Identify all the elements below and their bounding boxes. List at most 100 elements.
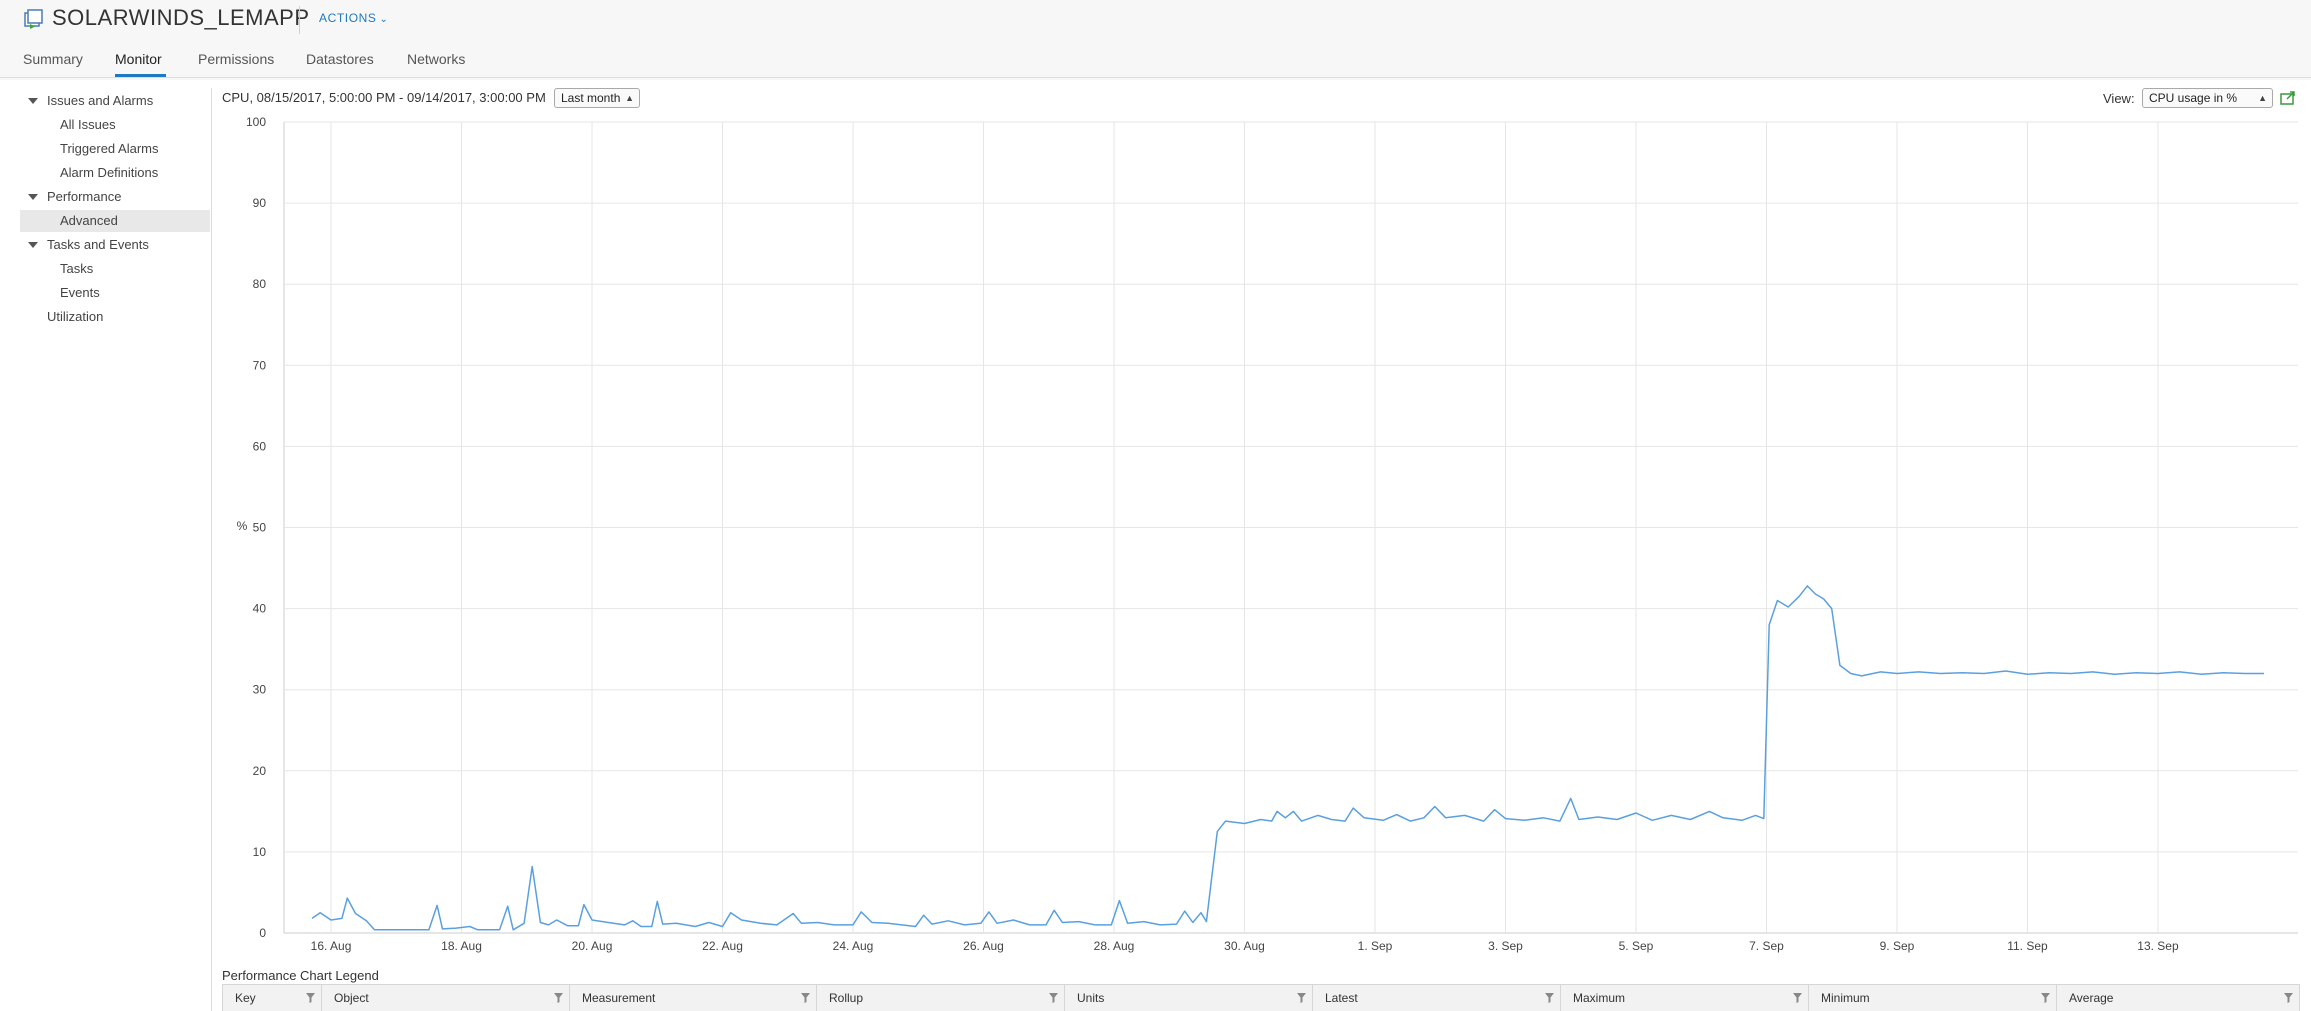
title-divider xyxy=(299,6,300,34)
filter-icon[interactable] xyxy=(554,993,563,1003)
x-tick-label: 5. Sep xyxy=(1619,939,1654,953)
filter-icon[interactable] xyxy=(2041,993,2050,1003)
column-label: Average xyxy=(2069,991,2114,1005)
legend-column-object[interactable]: Object xyxy=(322,985,570,1011)
x-tick-label: 22. Aug xyxy=(702,939,743,953)
y-tick-label: 30 xyxy=(253,683,267,697)
sidebar-item-utilization[interactable]: Utilization xyxy=(20,306,210,328)
filter-icon[interactable] xyxy=(1049,993,1058,1003)
y-tick-label: 60 xyxy=(253,439,267,453)
filter-icon[interactable] xyxy=(306,993,315,1003)
y-tick-label: 40 xyxy=(253,602,267,616)
active-tab-indicator xyxy=(115,74,166,77)
y-tick-label: 10 xyxy=(253,845,267,859)
vm-monitor-page: SOLARWINDS_LEMAPP ACTIONS ⌄ Summary Monit… xyxy=(0,0,2311,1011)
y-tick-label: 50 xyxy=(253,521,267,535)
actions-menu-button[interactable]: ACTIONS ⌄ xyxy=(319,11,389,25)
x-tick-label: 1. Sep xyxy=(1358,939,1393,953)
x-tick-label: 24. Aug xyxy=(833,939,874,953)
filter-icon[interactable] xyxy=(801,993,810,1003)
sidebar-item-label: Events xyxy=(60,285,100,300)
legend-column-maximum[interactable]: Maximum xyxy=(1561,985,1809,1011)
x-tick-label: 30. Aug xyxy=(1224,939,1265,953)
x-tick-label: 20. Aug xyxy=(572,939,613,953)
x-axis-ticks: 16. Aug 18. Aug 20. Aug 22. Aug 24. Aug 26. A… xyxy=(311,939,2179,953)
sidebar-item-events[interactable]: Events xyxy=(20,282,210,304)
column-label: Rollup xyxy=(829,991,864,1005)
sidebar-item-label: Issues and Alarms xyxy=(47,93,154,108)
legend-column-minimum[interactable]: Minimum xyxy=(1809,985,2057,1011)
x-tick-label: 9. Sep xyxy=(1880,939,1915,953)
sidebar-item-label: Triggered Alarms xyxy=(60,141,159,156)
sidebar-item-label: Tasks and Events xyxy=(47,237,149,252)
column-label: Object xyxy=(334,991,369,1005)
column-label: Measurement xyxy=(582,991,656,1005)
y-tick-label: 0 xyxy=(259,926,266,940)
sidebar-item-label: Advanced xyxy=(60,213,118,228)
column-label: Latest xyxy=(1325,991,1358,1005)
y-axis-ticks: 0 10 20 30 40 50 60 70 80 90 100 xyxy=(246,115,266,940)
tab-datastores[interactable]: Datastores xyxy=(306,51,374,67)
x-tick-label: 16. Aug xyxy=(311,939,352,953)
legend-column-rollup[interactable]: Rollup xyxy=(817,985,1065,1011)
y-tick-label: 100 xyxy=(246,115,266,129)
chart-grid xyxy=(283,121,2298,934)
column-label: Minimum xyxy=(1821,991,1870,1005)
filter-icon[interactable] xyxy=(2284,993,2293,1003)
sidebar-item-tasks[interactable]: Tasks xyxy=(20,258,210,280)
monitor-sidebar: Issues and Alarms All Issues Triggered A… xyxy=(20,88,212,1011)
tab-bar: Summary Monitor Permissions Datastores N… xyxy=(0,44,2311,78)
expand-triangle-icon[interactable] xyxy=(28,194,38,200)
performance-panel: CPU, 08/15/2017, 5:00:00 PM - 09/14/2017… xyxy=(220,88,2311,1011)
sidebar-item-label: Tasks xyxy=(60,261,94,276)
sidebar-item-advanced[interactable]: Advanced xyxy=(20,210,210,232)
x-tick-label: 18. Aug xyxy=(441,939,482,953)
x-tick-label: 3. Sep xyxy=(1488,939,1523,953)
x-tick-label: 26. Aug xyxy=(963,939,1004,953)
tab-permissions[interactable]: Permissions xyxy=(198,51,274,67)
legend-column-average[interactable]: Average xyxy=(2057,985,2299,1011)
y-tick-label: 90 xyxy=(253,196,267,210)
sidebar-item-issues-and-alarms[interactable]: Issues and Alarms xyxy=(20,90,210,112)
chart-series xyxy=(311,585,2264,931)
vm-icon xyxy=(24,9,43,29)
x-tick-label: 13. Sep xyxy=(2137,939,2179,953)
cpu-usage-series-line xyxy=(311,585,2264,931)
object-header: SOLARWINDS_LEMAPP ACTIONS ⌄ Summary Monit… xyxy=(0,0,2311,80)
y-tick-label: 70 xyxy=(253,358,267,372)
sidebar-item-label: All Issues xyxy=(60,117,116,132)
filter-icon[interactable] xyxy=(1793,993,1802,1003)
legend-column-units[interactable]: Units xyxy=(1065,985,1313,1011)
filter-icon[interactable] xyxy=(1545,993,1554,1003)
legend-column-key[interactable]: Key xyxy=(223,985,322,1011)
sidebar-item-label: Performance xyxy=(47,189,122,204)
y-axis-label: % xyxy=(237,519,248,533)
sidebar-item-tasks-and-events[interactable]: Tasks and Events xyxy=(20,234,210,256)
sidebar-item-triggered-alarms[interactable]: Triggered Alarms xyxy=(20,138,210,160)
legend-column-latest[interactable]: Latest xyxy=(1313,985,1561,1011)
cpu-usage-chart: 0 10 20 30 40 50 60 70 80 90 100 16. Aug 18. Aug 20.… xyxy=(237,115,2298,953)
legend-table-header: Key Object Measurement Rollup Units Late… xyxy=(222,984,2300,1011)
sidebar-item-alarm-definitions[interactable]: Alarm Definitions xyxy=(20,162,210,184)
page-title: SOLARWINDS_LEMAPP xyxy=(52,5,310,30)
expand-triangle-icon[interactable] xyxy=(28,98,38,104)
y-tick-label: 20 xyxy=(253,764,267,778)
legend-title: Performance Chart Legend xyxy=(222,968,379,983)
chevron-down-icon: ⌄ xyxy=(379,14,389,25)
sidebar-item-performance[interactable]: Performance xyxy=(20,186,210,208)
expand-triangle-icon[interactable] xyxy=(28,242,38,248)
x-tick-label: 28. Aug xyxy=(1094,939,1135,953)
column-label: Maximum xyxy=(1573,991,1626,1005)
tab-monitor[interactable]: Monitor xyxy=(115,51,162,67)
sidebar-item-all-issues[interactable]: All Issues xyxy=(20,114,210,136)
legend-column-measurement[interactable]: Measurement xyxy=(570,985,817,1011)
tab-summary[interactable]: Summary xyxy=(23,51,83,67)
column-label: Units xyxy=(1077,991,1105,1005)
sidebar-item-label: Utilization xyxy=(47,309,104,324)
actions-label: ACTIONS xyxy=(319,11,377,25)
y-tick-label: 80 xyxy=(253,277,267,291)
tab-networks[interactable]: Networks xyxy=(407,51,465,67)
filter-icon[interactable] xyxy=(1297,993,1306,1003)
x-tick-label: 7. Sep xyxy=(1749,939,1784,953)
sidebar-item-label: Alarm Definitions xyxy=(60,165,159,180)
